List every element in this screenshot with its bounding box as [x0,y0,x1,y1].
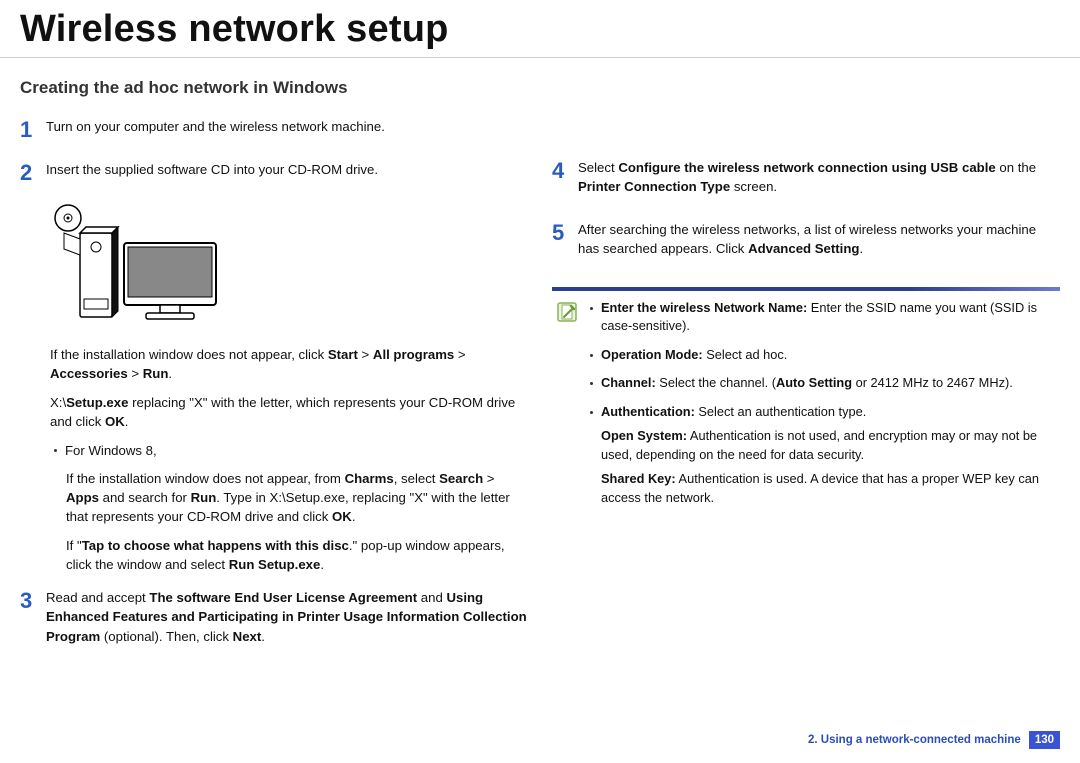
win8-tap-note: If "Tap to choose what happens with this… [50,536,528,574]
page-footer: 2. Using a network-connected machine 130 [808,731,1060,749]
step-text: Select Configure the wireless network co… [578,158,1060,196]
note-box: Enter the wireless Network Name: Enter t… [552,287,1060,518]
step-body: Read and accept The software End User Li… [46,588,528,655]
step-5: 5 After searching the wireless networks,… [552,220,1060,268]
step-body: Select Configure the wireless network co… [578,158,1060,206]
content-area: Creating the ad hoc network in Windows 1… [0,58,1080,670]
note-sub: Open System: Authentication is not used,… [601,427,1056,464]
page-number-badge: 130 [1029,731,1060,749]
bullet-icon [590,411,593,414]
step-number: 4 [552,158,578,182]
cd-computer-illustration [50,203,528,333]
left-column: Creating the ad hoc network in Windows 1… [20,58,528,670]
page-title: Wireless network setup [0,0,1080,58]
bullet-icon [54,449,57,452]
step-text: Insert the supplied software CD into you… [46,160,528,179]
setupexe-note: X:\Setup.exe replacing "X" with the lett… [50,393,528,431]
step-number: 1 [20,117,46,141]
step-4: 4 Select Configure the wireless network … [552,158,1060,206]
step-body: After searching the wireless networks, a… [578,220,1060,268]
win8-bullet: For Windows 8, [50,441,528,460]
note-item: Authentication: Select an authentication… [586,403,1056,508]
note-item: Operation Mode: Select ad hoc. [586,346,1056,365]
step-1: 1 Turn on your computer and the wireless… [20,117,528,146]
win8-label: For Windows 8, [65,441,157,460]
step-2: 2 Insert the supplied software CD into y… [20,160,528,189]
note-icon [556,301,578,329]
bullet-icon [590,354,593,357]
step-number: 5 [552,220,578,244]
step-text: Turn on your computer and the wireless n… [46,117,528,136]
chapter-label: 2. Using a network-connected machine [808,734,1021,746]
step-body: Turn on your computer and the wireless n… [46,117,528,146]
note-item: Channel: Select the channel. (Auto Setti… [586,374,1056,393]
bullet-icon [590,382,593,385]
step-number: 3 [20,588,46,612]
win8-charms-note: If the installation window does not appe… [50,469,528,526]
step-3: 3 Read and accept The software End User … [20,588,528,655]
section-subheading: Creating the ad hoc network in Windows [20,76,528,101]
note-list: Enter the wireless Network Name: Enter t… [586,299,1056,518]
note-sub: Shared Key: Authentication is used. A de… [601,470,1056,507]
step-number: 2 [20,160,46,184]
note-item: Enter the wireless Network Name: Enter t… [586,299,1056,336]
install-window-note: If the installation window does not appe… [50,345,528,383]
step-text: Read and accept The software End User Li… [46,588,528,645]
right-column: 4 Select Configure the wireless network … [552,58,1060,670]
step-text: After searching the wireless networks, a… [578,220,1060,258]
bullet-icon [590,307,593,310]
step-body: Insert the supplied software CD into you… [46,160,528,189]
install-notes: If the installation window does not appe… [20,345,528,574]
